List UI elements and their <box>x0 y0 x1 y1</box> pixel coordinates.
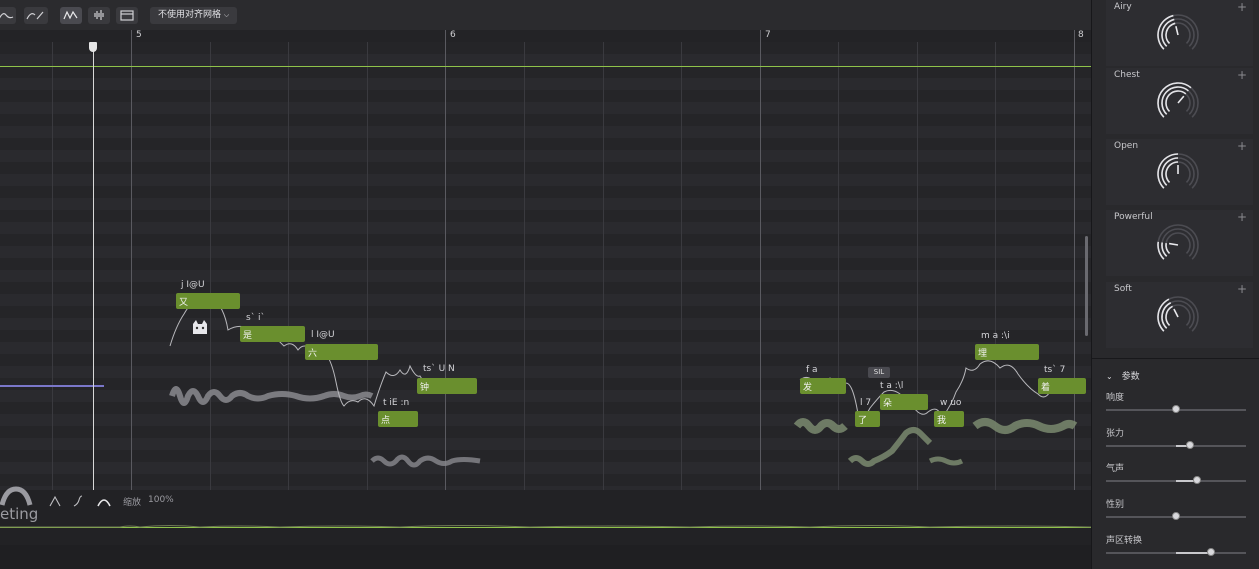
smooth-curve-icon <box>97 499 111 507</box>
note-lyric: 发 <box>803 383 813 393</box>
style-knob[interactable] <box>1155 78 1201 124</box>
playhead[interactable] <box>93 42 94 545</box>
slider-thumb[interactable] <box>1172 512 1180 520</box>
style-card-chest: Chest + <box>1106 68 1253 134</box>
note-lyric: 了 <box>858 416 868 426</box>
style-knob[interactable] <box>1155 10 1201 56</box>
note-lyric: 埋 <box>978 349 988 359</box>
note-phoneme: ts` U N <box>423 364 455 374</box>
slider-thumb[interactable] <box>1193 476 1201 484</box>
note[interactable]: 钟 <box>417 378 477 394</box>
params-header-label: 参数 <box>1121 372 1140 382</box>
note-phoneme: f a <box>806 365 818 375</box>
style-name: Open <box>1114 141 1139 151</box>
style-name: Soft <box>1114 284 1132 294</box>
style-name: Chest <box>1114 70 1140 80</box>
chevron-down-icon: ⌄ <box>1106 372 1113 381</box>
cat-cursor-icon <box>193 320 207 334</box>
style-card-powerful: Powerful + <box>1106 210 1253 276</box>
note-lyric: 着 <box>1041 383 1051 393</box>
param-slider[interactable] <box>1106 548 1246 556</box>
note-phoneme: j I@U <box>181 280 205 290</box>
note-lyric: 点 <box>381 416 391 426</box>
playhead-handle[interactable] <box>89 42 97 52</box>
note[interactable]: 我 <box>934 411 964 427</box>
automation-curve <box>0 525 1091 528</box>
slider-thumb[interactable] <box>1172 405 1180 413</box>
style-card-airy: Airy + <box>1106 0 1253 66</box>
note[interactable]: 埋 <box>975 344 1039 360</box>
note[interactable]: 了 <box>855 411 880 427</box>
piano-roll-editor[interactable]: 不使用对齐网格 ⌵ 5 6 7 8 又 是 六 点 钟 发 了 朵 我 埋 着 <box>0 0 1091 545</box>
waveform-and-pitch-layer <box>169 299 1078 468</box>
note-phoneme: s` i` <box>246 313 266 323</box>
note-phoneme: t iE :n <box>383 398 410 408</box>
voice-style-panel: Airy + Chest + Open + Powerful + Soft + ⌄ 参数 响度张力… <box>1091 0 1259 569</box>
note-lyric: 我 <box>937 416 947 426</box>
param-slider[interactable] <box>1106 476 1246 484</box>
style-knob[interactable] <box>1155 149 1201 195</box>
note-phoneme: l 7 <box>860 398 872 408</box>
add-style-icon[interactable]: + <box>1237 210 1247 224</box>
param-slider[interactable] <box>1106 441 1246 449</box>
note-lyric: 钟 <box>420 383 430 393</box>
note-lyric: 六 <box>308 349 318 359</box>
note-phoneme: ts` 7 <box>1044 365 1066 375</box>
slider-fill <box>1176 552 1211 554</box>
app-logo-icon <box>0 486 33 506</box>
param-slider[interactable] <box>1106 405 1246 413</box>
vertical-scrollbar[interactable] <box>1085 236 1088 336</box>
zoom-value[interactable]: 100% <box>148 495 174 505</box>
param-label: 声区转换 <box>1106 536 1143 546</box>
params-section-header[interactable]: ⌄ 参数 <box>1106 369 1140 382</box>
param-label: 气声 <box>1106 464 1125 474</box>
param-label: 张力 <box>1106 429 1125 439</box>
note-phoneme: t a :\l <box>880 381 904 391</box>
style-knob[interactable] <box>1155 292 1201 338</box>
slider-thumb[interactable] <box>1207 548 1215 556</box>
note-lyric: 又 <box>179 298 189 308</box>
note[interactable]: 点 <box>378 411 418 427</box>
add-style-icon[interactable]: + <box>1237 0 1247 14</box>
style-card-soft: Soft + <box>1106 282 1253 348</box>
style-knob[interactable] <box>1155 220 1201 266</box>
style-name: Airy <box>1114 2 1132 12</box>
note-phoneme: l I@U <box>311 330 335 340</box>
zoom-label: 缩放 <box>123 498 142 508</box>
param-label: 响度 <box>1106 393 1125 403</box>
add-style-icon[interactable]: + <box>1237 139 1247 153</box>
note[interactable]: 又 <box>176 293 240 309</box>
param-label: 性别 <box>1106 500 1125 510</box>
slider-thumb[interactable] <box>1186 441 1194 449</box>
param-slider[interactable] <box>1106 512 1246 520</box>
style-name: Powerful <box>1114 212 1153 222</box>
note-phoneme: w uo <box>940 398 962 408</box>
note[interactable]: 着 <box>1038 378 1086 394</box>
curve-shape-icons <box>49 495 111 507</box>
note[interactable]: 发 <box>800 378 846 394</box>
style-card-open: Open + <box>1106 139 1253 205</box>
note[interactable]: 六 <box>305 344 378 360</box>
note-lyric: 是 <box>243 331 253 341</box>
note[interactable]: 是 <box>240 326 305 342</box>
add-style-icon[interactable]: + <box>1237 68 1247 82</box>
sharp-curve-icon <box>49 495 61 507</box>
note-lyric: 朵 <box>883 399 893 409</box>
ease-curve-icon <box>73 495 83 507</box>
add-style-icon[interactable]: + <box>1237 282 1247 296</box>
panel-divider <box>1092 358 1259 359</box>
note-phoneme: m a :\i <box>981 331 1010 341</box>
note[interactable]: 朵 <box>880 394 928 410</box>
sil-badge[interactable]: SIL <box>868 367 890 378</box>
